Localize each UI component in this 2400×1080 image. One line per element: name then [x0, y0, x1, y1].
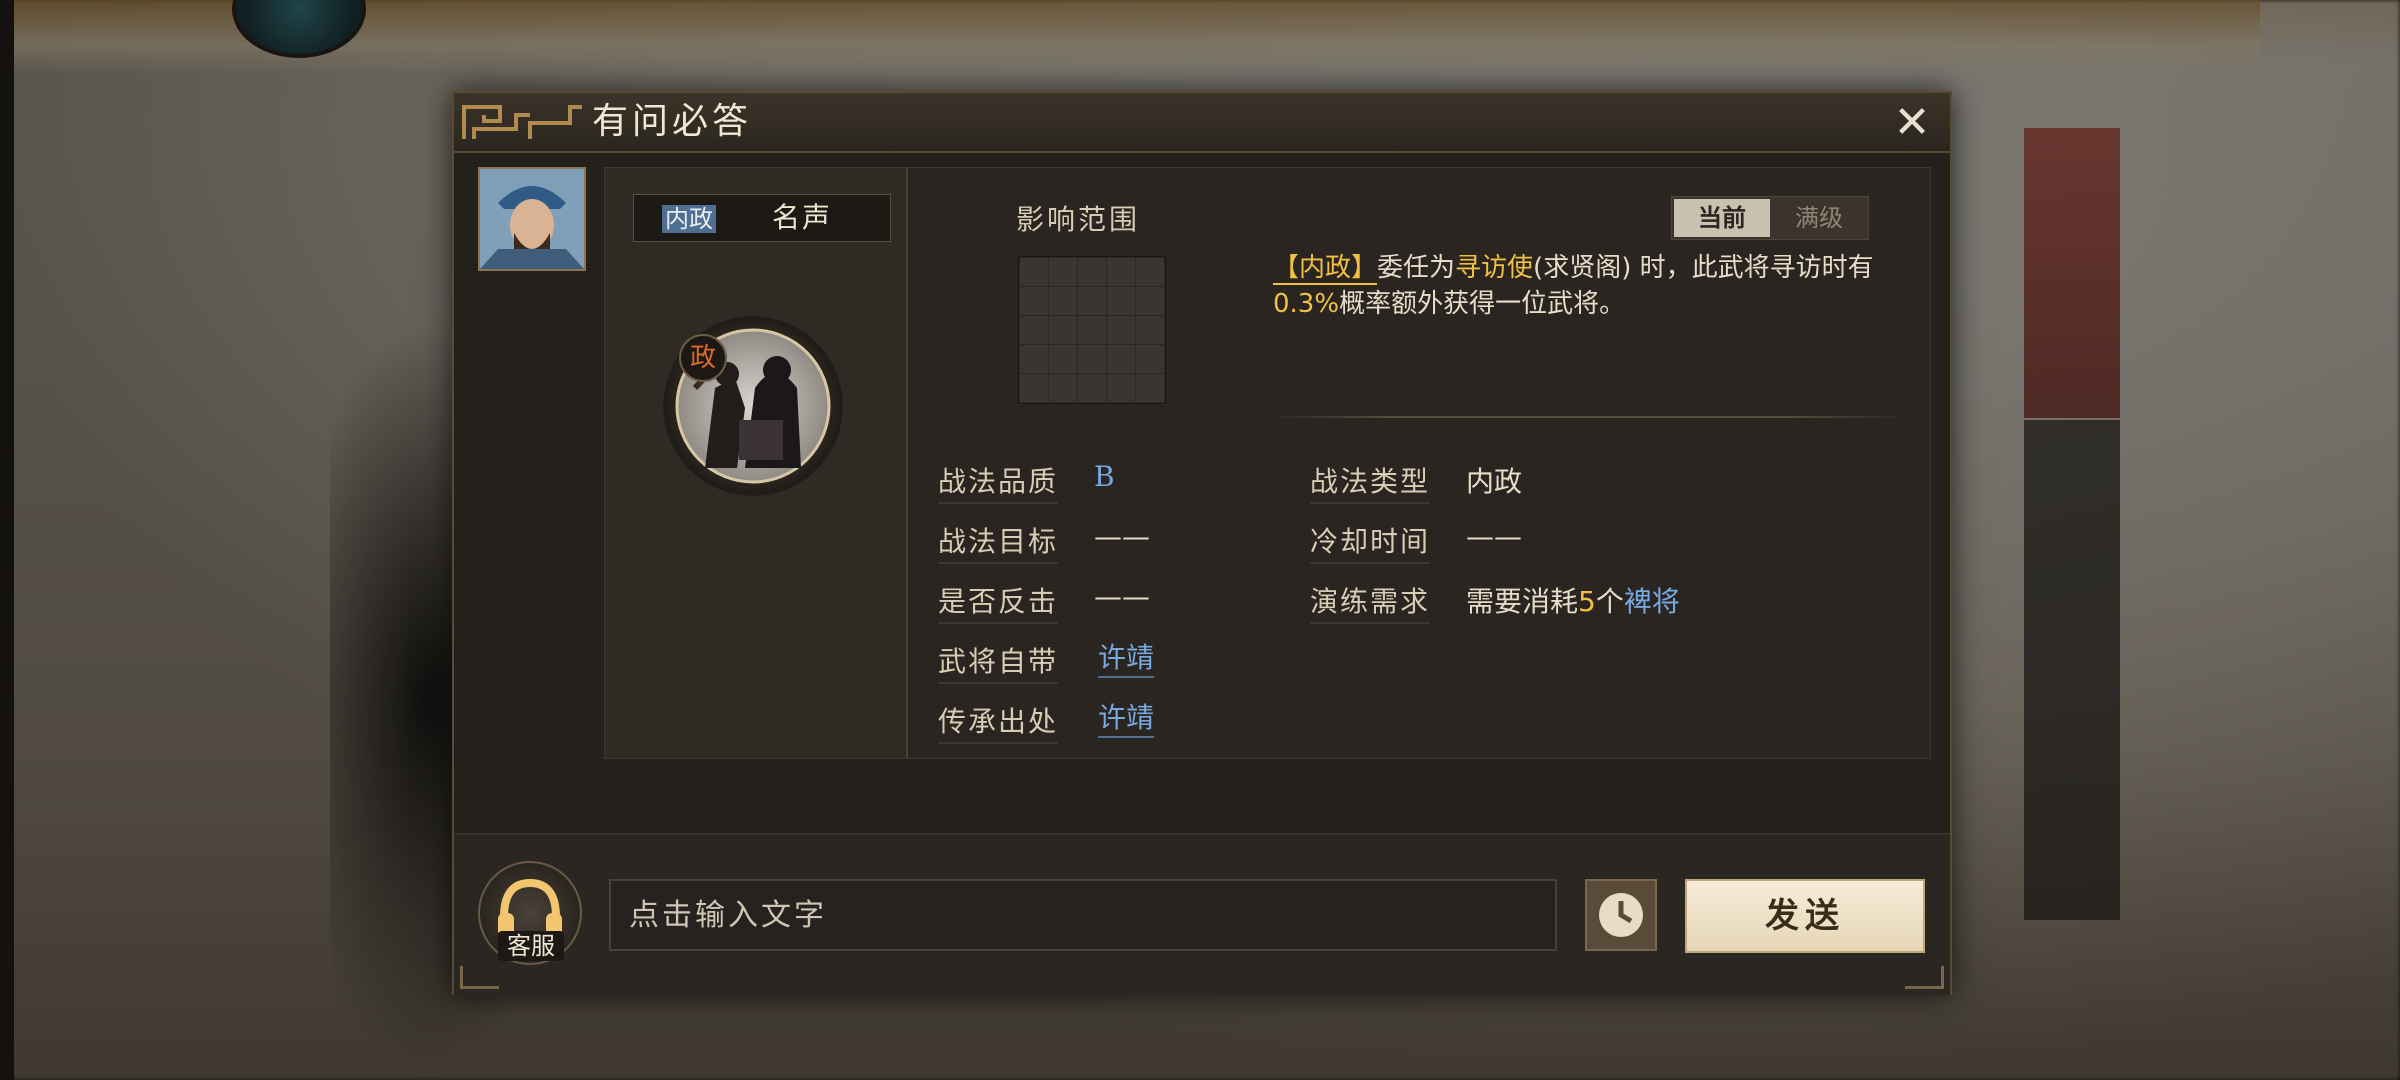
quality-value: B: [1094, 460, 1115, 493]
chat-bar: 客服 发送: [454, 833, 1950, 995]
skill-tabs: 内政 名声: [633, 194, 891, 242]
desc-part-1: 委任为: [1377, 253, 1456, 283]
clock-icon: [1599, 893, 1643, 937]
dialog-title: 有问必答: [592, 101, 753, 142]
chat-input[interactable]: [609, 879, 1557, 951]
target-value: ——: [1094, 520, 1150, 553]
counter-value: ——: [1094, 580, 1150, 613]
skill-summary-panel: 内政 名声 政: [604, 167, 908, 759]
type-label: 战法类型: [1310, 460, 1431, 504]
general-portrait[interactable]: [478, 167, 586, 271]
title-ornament-icon: [462, 105, 582, 139]
corner-ornament-left: [460, 966, 499, 989]
train-prefix: 需要消耗: [1466, 585, 1579, 618]
desc-rate: 0.3%: [1273, 289, 1340, 319]
inherit-label: 传承出处: [938, 700, 1059, 744]
screen-edge: [0, 0, 14, 1080]
history-button[interactable]: [1585, 879, 1657, 951]
counter-label: 是否反击: [938, 580, 1059, 624]
level-max-button[interactable]: 满级: [1772, 199, 1866, 237]
range-grid: [1018, 256, 1166, 404]
level-current-button[interactable]: 当前: [1674, 199, 1770, 237]
quality-label: 战法品质: [938, 460, 1059, 504]
customer-service-label: 客服: [498, 931, 564, 961]
tab-internal-affairs[interactable]: 内政: [662, 205, 716, 233]
desc-part-3: 概率额外获得一位武将。: [1339, 289, 1626, 319]
qa-dialog: 有问必答 ✕ 内政 名声 政 影响范围 当前 满级 【内政】委任为寻访使(求贤阁…: [452, 91, 1952, 995]
tab-reputation[interactable]: 名声: [772, 201, 832, 235]
dialog-body: 内政 名声 政 影响范围 当前 满级 【内政】委任为寻访使(求贤阁) 时，此武将…: [454, 153, 1950, 833]
skill-description: 【内政】委任为寻访使(求贤阁) 时，此武将寻访时有 0.3%概率额外获得一位武将。: [1273, 250, 1913, 322]
type-value: 内政: [1466, 465, 1523, 498]
corner-ornament-right: [1905, 966, 1944, 989]
dialog-titlebar: 有问必答 ✕: [454, 93, 1950, 153]
cooldown-label: 冷却时间: [1310, 520, 1431, 564]
train-value: 需要消耗5个裨将: [1466, 580, 1680, 620]
target-label: 战法目标: [938, 520, 1059, 564]
train-target-link[interactable]: 裨将: [1624, 585, 1680, 618]
skill-type-badge: 政: [679, 334, 727, 382]
desc-tag: 【内政】: [1273, 253, 1378, 285]
close-icon[interactable]: ✕: [1890, 101, 1934, 145]
portrait-image: [480, 169, 584, 269]
train-unit: 个: [1595, 585, 1624, 618]
desc-part-2: (求贤阁) 时，此武将寻访时有: [1533, 253, 1874, 283]
own-label: 武将自带: [938, 640, 1059, 684]
level-toggle: 当前 满级: [1671, 196, 1869, 240]
range-label: 影响范围: [1016, 203, 1141, 236]
detail-divider: [1268, 416, 1908, 418]
desc-role: 寻访使: [1455, 253, 1534, 283]
cooldown-value: ——: [1466, 520, 1522, 553]
train-label: 演练需求: [1310, 580, 1431, 624]
train-count: 5: [1578, 585, 1596, 618]
inherit-general-link[interactable]: 许靖: [1098, 696, 1155, 738]
send-button[interactable]: 发送: [1685, 879, 1925, 953]
own-general-link[interactable]: 许靖: [1098, 636, 1155, 678]
skill-detail-panel: 影响范围 当前 满级 【内政】委任为寻访使(求贤阁) 时，此武将寻访时有 0.3%…: [906, 167, 1931, 759]
